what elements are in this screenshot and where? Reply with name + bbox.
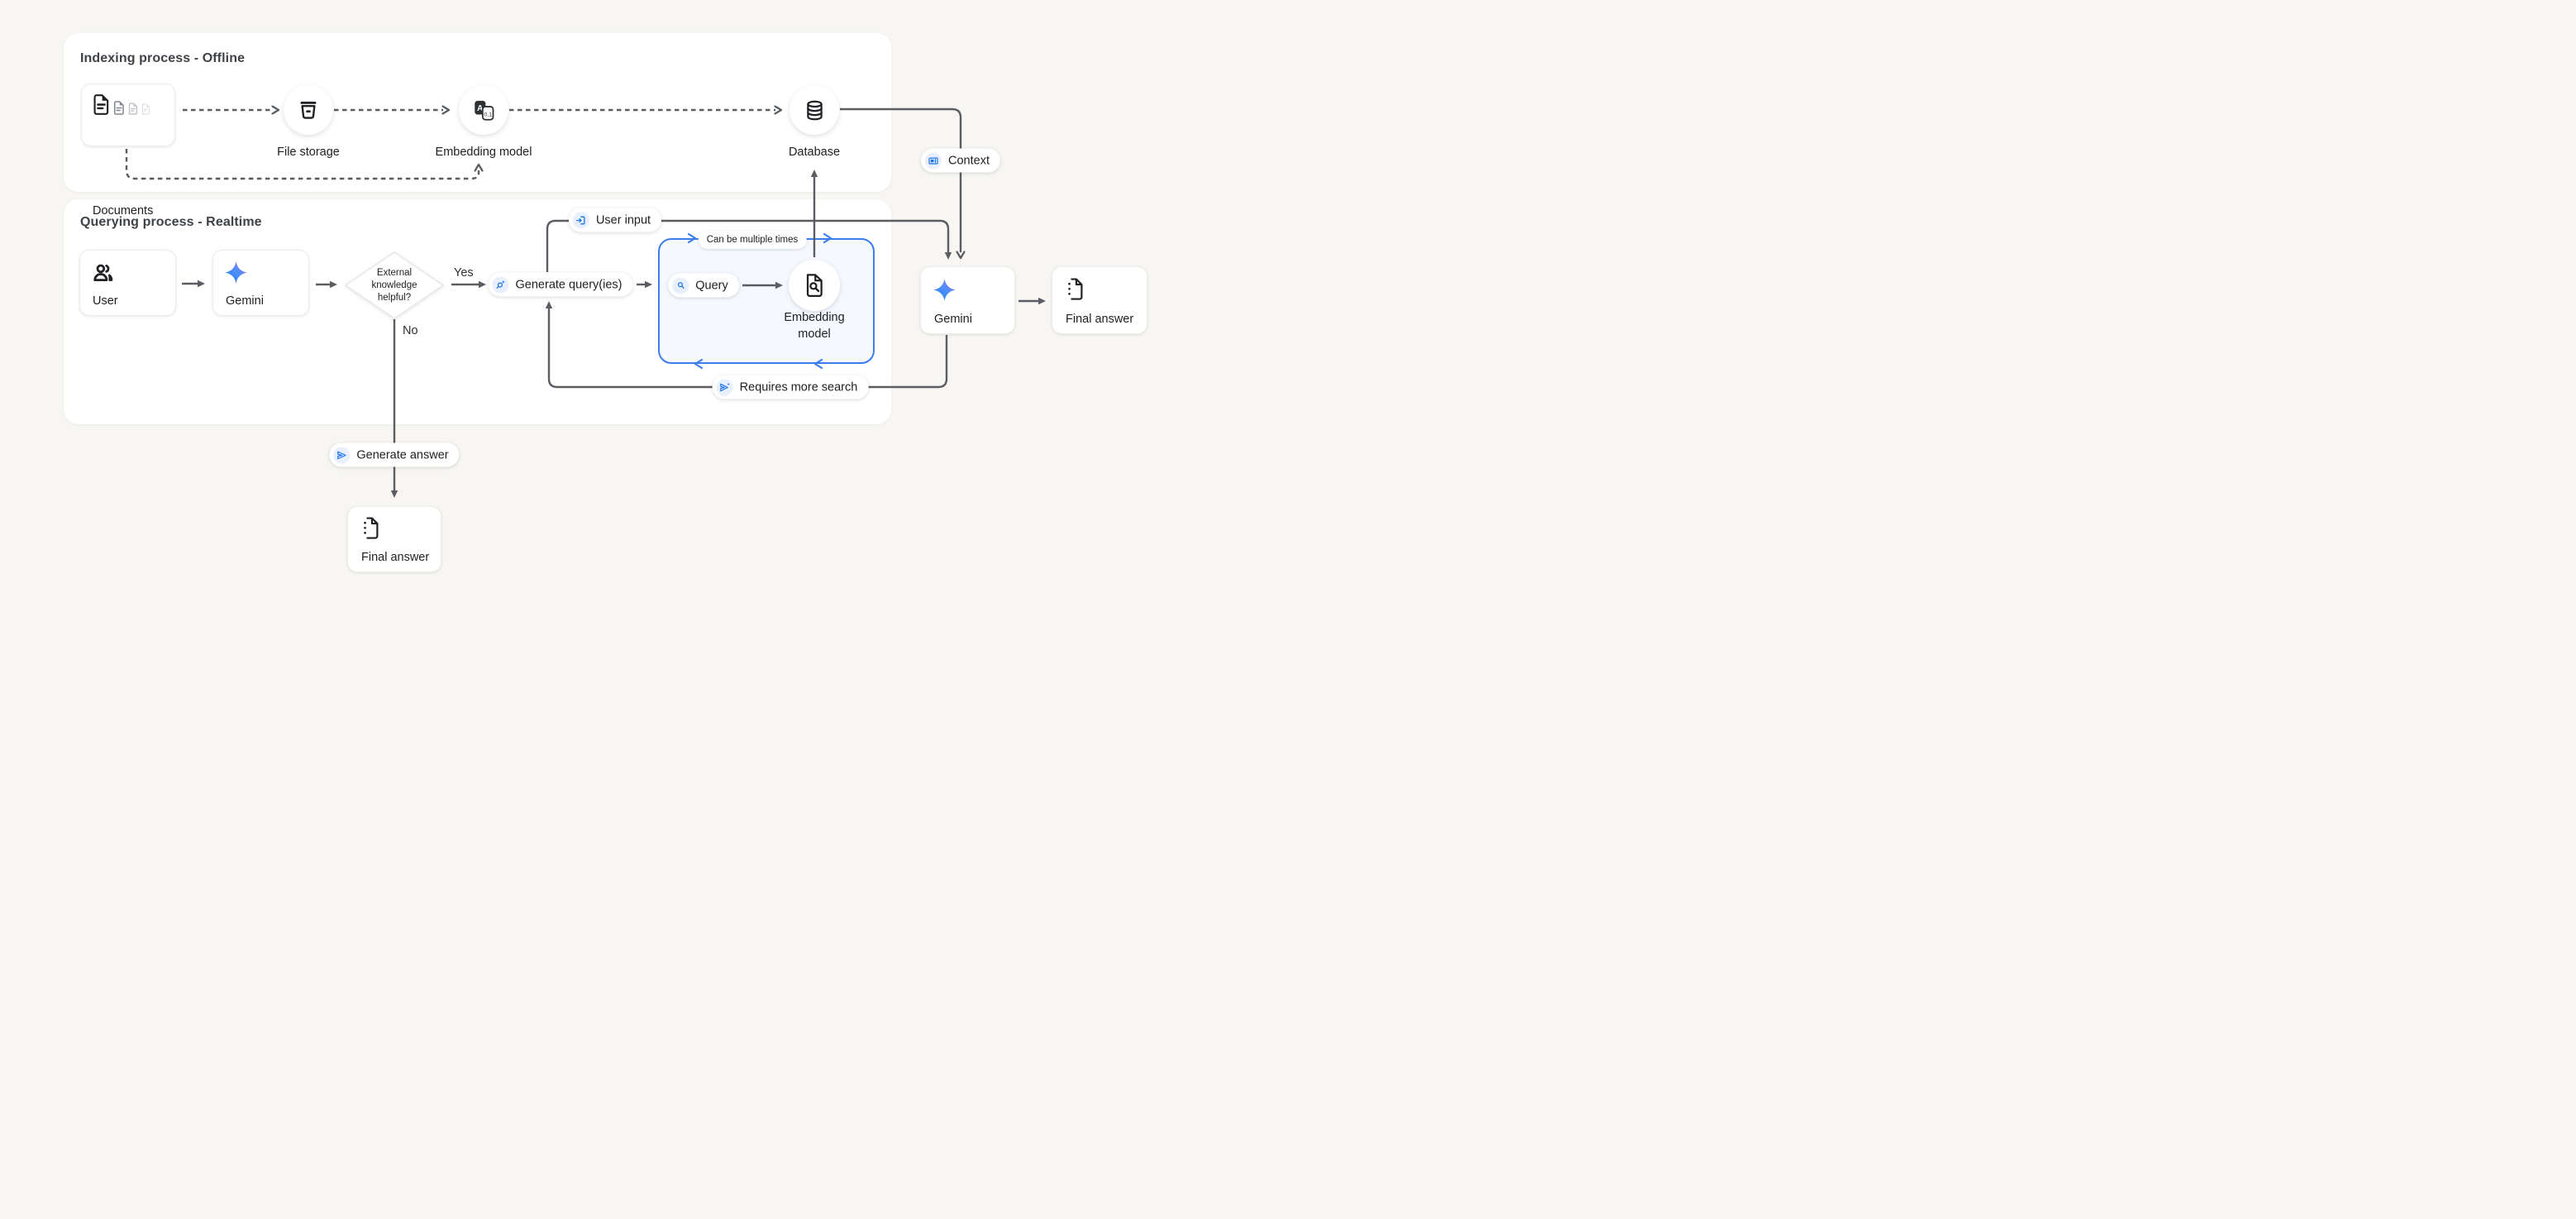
user-label: User	[93, 294, 118, 308]
retrieval-loop-box	[658, 238, 875, 364]
gemini-icon	[224, 261, 248, 284]
context-icon	[925, 152, 942, 169]
generate-answer-pill: Generate answer	[329, 443, 459, 467]
documents-icon	[93, 94, 150, 115]
user-card: User	[79, 250, 176, 316]
decision-text: External knowledge helpful?	[345, 251, 444, 319]
query-pill: Query	[668, 274, 739, 298]
decision-diamond: External knowledge helpful?	[345, 251, 444, 319]
final-answer-icon	[360, 517, 381, 539]
search-icon	[672, 277, 689, 294]
final-answer-right-card: Final answer	[1052, 266, 1147, 334]
can-be-multiple-times-pill: Can be multiple times	[699, 231, 807, 249]
user-icon	[92, 261, 115, 284]
embedding-icon-numbers: 0,1	[484, 112, 492, 117]
context-pill: Context	[921, 149, 1000, 173]
final-answer-right-label: Final answer	[1066, 313, 1133, 326]
embedding-model-circle: A 0,1	[459, 85, 508, 135]
requires-more-search-label: Requires more search	[740, 380, 858, 394]
gemini-label: Gemini	[226, 294, 264, 308]
database-label: Database	[789, 144, 840, 160]
embedding-search-label: Embedding model	[784, 309, 844, 342]
embedding-search-circle	[789, 260, 840, 311]
indexing-panel-title: Indexing process - Offline	[80, 51, 245, 66]
context-label: Context	[948, 154, 990, 167]
requires-more-search-pill: Requires more search	[713, 375, 869, 399]
search-spark-icon	[493, 276, 509, 293]
querying-panel-title: Querying process - Realtime	[80, 215, 262, 230]
user-input-label: User input	[596, 213, 651, 227]
gemini-icon	[933, 278, 956, 302]
query-label: Query	[695, 279, 728, 292]
can-be-multiple-times-label: Can be multiple times	[707, 235, 799, 245]
final-answer-bottom-card: Final answer	[347, 506, 441, 572]
gemini-right-card: Gemini	[920, 266, 1015, 334]
generate-answer-label: Generate answer	[356, 448, 448, 461]
database-icon	[804, 99, 826, 122]
embedding-model-label: Embedding model	[436, 144, 532, 160]
user-input-pill: User input	[569, 208, 661, 232]
file-storage-icon	[298, 99, 319, 121]
final-answer-bottom-label: Final answer	[361, 551, 429, 564]
generate-queries-label: Generate query(ies)	[516, 278, 623, 291]
send-spark-icon	[717, 379, 733, 395]
doc-search-icon	[804, 274, 825, 297]
database-circle	[789, 85, 839, 135]
input-icon	[573, 212, 589, 228]
no-label: No	[403, 324, 418, 337]
yes-label: Yes	[454, 266, 474, 280]
documents-card: Documents	[81, 84, 175, 146]
embedding-model-icon: A 0,1	[473, 99, 495, 122]
final-answer-icon	[1065, 278, 1085, 300]
file-storage-circle	[284, 85, 333, 135]
generate-queries-pill: Generate query(ies)	[489, 273, 633, 297]
gemini-card: Gemini	[212, 250, 309, 316]
rag-architecture-diagram: Indexing process - Offline Querying proc…	[0, 0, 1288, 610]
gemini-right-label: Gemini	[934, 313, 972, 326]
send-icon	[333, 447, 350, 463]
file-storage-label: File storage	[277, 144, 340, 160]
